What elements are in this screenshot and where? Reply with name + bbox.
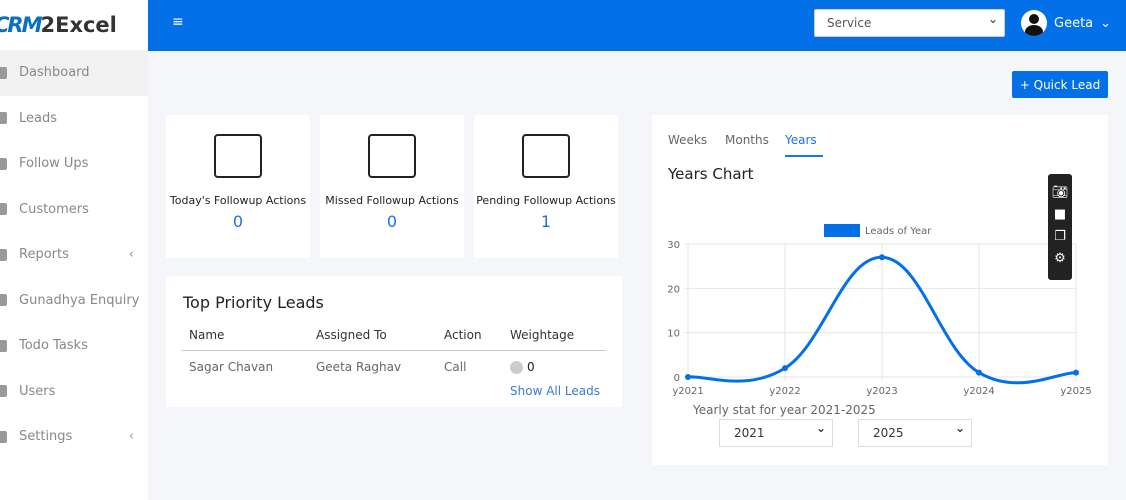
menu-icon[interactable]: ≡	[172, 14, 184, 30]
tasks-icon	[0, 339, 7, 352]
users-icon	[0, 385, 7, 398]
stat-card[interactable]: Pending Followup Actions 1	[474, 115, 618, 258]
col-weightage: Weightage	[510, 328, 575, 342]
chevron-down-icon: ⌄	[1100, 15, 1112, 31]
capture-toolbar: 📷︎ ■ ❐ ⚙	[1048, 174, 1072, 280]
gear-icon[interactable]: ⚙	[1048, 248, 1072, 270]
stat-value: 0	[386, 212, 398, 231]
chart-panel: Weeks Months Years Years Chart Yearly st…	[652, 115, 1108, 465]
id-card-arrow-icon	[368, 134, 416, 178]
top-priority-leads: Top Priority Leads Name Assigned To Acti…	[166, 276, 622, 407]
show-all-leads-link[interactable]: Show All Leads	[510, 384, 600, 398]
customer-icon	[0, 203, 7, 216]
sidebar-item-label: Follow Ups	[19, 156, 89, 172]
checklist-hourglass-icon	[522, 134, 570, 178]
home-icon	[0, 66, 7, 79]
weightage-dot-icon	[510, 361, 523, 374]
col-assigned: Assigned To	[316, 328, 387, 342]
sidebar-item-dashboard[interactable]: Dashboard	[0, 50, 148, 96]
chevron-left-icon: ‹	[128, 247, 134, 263]
sidebar-item-gunadhya-enquiry[interactable]: Gunadhya Enquiry	[0, 278, 148, 324]
quick-lead-button[interactable]: + Quick Lead	[1012, 71, 1108, 98]
from-year-select[interactable]: 2021	[719, 419, 833, 447]
lead-weightage: 0	[510, 360, 535, 374]
lead-action: Call	[444, 360, 467, 374]
top-bar: ≡ Service Geeta ⌄	[148, 0, 1126, 51]
tab-months[interactable]: Months	[725, 133, 769, 147]
user-menu[interactable]: Geeta ⌄	[1021, 10, 1111, 36]
col-name: Name	[189, 328, 225, 342]
to-year-select[interactable]: 2025	[858, 419, 972, 447]
sidebar-item-label: Gunadhya Enquiry	[19, 292, 140, 308]
sidebar-item-follow-ups[interactable]: Follow Ups	[0, 141, 148, 187]
sidebar-item-label: Users	[19, 383, 56, 399]
tab-weeks[interactable]: Weeks	[668, 133, 707, 147]
sidebar-item-label: Todo Tasks	[19, 338, 88, 354]
stat-card[interactable]: Missed Followup Actions 0	[320, 115, 464, 258]
logo[interactable]: CRM2Excel	[0, 0, 148, 50]
yearly-stat-label: Yearly stat for year 2021-2025	[693, 403, 876, 417]
tab-years[interactable]: Years	[785, 133, 823, 157]
sidebar-item-label: Reports	[19, 247, 69, 263]
sidebar-item-label: Leads	[19, 110, 58, 126]
sidebar: CRM2Excel Dashboard Leads Follow Ups Custom…	[0, 0, 148, 500]
chevron-left-icon: ‹	[128, 429, 134, 445]
lead-assigned: Geeta Raghav	[316, 360, 402, 374]
sidebar-item-settings[interactable]: Settings ‹	[0, 414, 148, 460]
sidebar-item-label: Dashboard	[19, 65, 90, 81]
sidebar-item-todo-tasks[interactable]: Todo Tasks	[0, 323, 148, 369]
col-action: Action	[444, 328, 482, 342]
user-tie-icon	[0, 112, 7, 125]
stat-value: 0	[232, 212, 244, 231]
divider	[182, 350, 606, 351]
sidebar-item-users[interactable]: Users	[0, 369, 148, 415]
sidebar-item-label: Settings	[19, 429, 73, 445]
sidebar-item-reports[interactable]: Reports ‹	[0, 232, 148, 278]
stat-card[interactable]: Today's Followup Actions 0	[166, 115, 310, 258]
sidebar-item-leads[interactable]: Leads	[0, 96, 148, 142]
video-icon[interactable]: ■	[1048, 204, 1072, 226]
stat-label: Pending Followup Actions	[476, 194, 616, 207]
section-title: Top Priority Leads	[183, 293, 324, 312]
gear-icon	[0, 430, 7, 443]
stat-label: Missed Followup Actions	[325, 194, 459, 207]
edit-icon	[0, 294, 7, 307]
stat-label: Today's Followup Actions	[169, 194, 307, 207]
file-icon	[0, 248, 7, 261]
sidebar-item-label: Customers	[19, 201, 89, 217]
chart-title: Years Chart	[668, 165, 754, 183]
lead-name: Sagar Chavan	[189, 360, 274, 374]
user-name: Geeta	[1054, 15, 1094, 31]
service-select[interactable]: Service	[814, 9, 1005, 37]
copy-icon[interactable]: ❐	[1048, 226, 1072, 248]
camera-icon[interactable]: 📷︎	[1048, 182, 1072, 204]
stat-value: 1	[540, 212, 552, 231]
calendar-bell-icon	[214, 134, 262, 178]
avatar-icon	[1021, 10, 1047, 36]
comment-icon	[0, 157, 7, 170]
sidebar-item-customers[interactable]: Customers	[0, 187, 148, 233]
